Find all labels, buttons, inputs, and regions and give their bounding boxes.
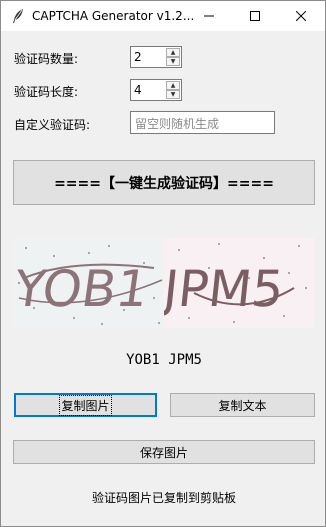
captcha-image-1: YOB1 [14,238,164,328]
window-title: CAPTCHA Generator v1.2... [32,9,195,23]
captcha-text-2: JPM5 [164,259,287,318]
captcha-text-1: YOB1 [14,259,152,318]
custom-code-label: 自定义验证码: [14,118,91,132]
generate-button[interactable]: ====【一键生成验证码】==== [13,160,315,205]
save-image-label: 保存图片 [139,445,188,460]
copy-text-button[interactable]: 复制文本 [170,393,315,417]
captcha-codes-text: YOB1 JPM5 [126,352,202,368]
count-value[interactable]: 2 [134,50,142,64]
copy-image-button[interactable]: 复制图片 [14,393,157,417]
length-spinbox[interactable]: 4 ▲ ▼ [130,79,182,101]
custom-code-input[interactable]: 留空则随机生成 [130,111,275,134]
count-label: 验证码数量: [14,52,79,66]
close-button[interactable] [278,1,324,31]
app-window: CAPTCHA Generator v1.2... 验证码数量: 2 ▲ ▼ 验… [0,0,326,527]
status-message: 验证码图片已复制到剪贴板 [91,491,236,505]
minimize-button[interactable] [186,1,232,31]
spin-up-icon[interactable]: ▲ [166,81,180,90]
maximize-icon [250,11,260,21]
spin-up-icon[interactable]: ▲ [166,48,180,57]
length-value[interactable]: 4 [134,83,142,97]
maximize-button[interactable] [232,1,278,31]
feather-icon [13,9,23,23]
spin-down-icon[interactable]: ▼ [166,57,180,66]
count-spinbox[interactable]: 2 ▲ ▼ [130,46,182,68]
length-label: 验证码长度: [14,85,79,99]
save-image-button[interactable]: 保存图片 [13,440,315,464]
spin-down-icon[interactable]: ▼ [166,90,180,99]
captcha-image-2: JPM5 [164,238,314,328]
copy-image-label: 复制图片 [59,394,112,416]
close-icon [296,11,306,21]
title-bar[interactable]: CAPTCHA Generator v1.2... [1,1,325,31]
copy-text-label: 复制文本 [218,398,267,413]
minimize-icon [204,15,214,17]
